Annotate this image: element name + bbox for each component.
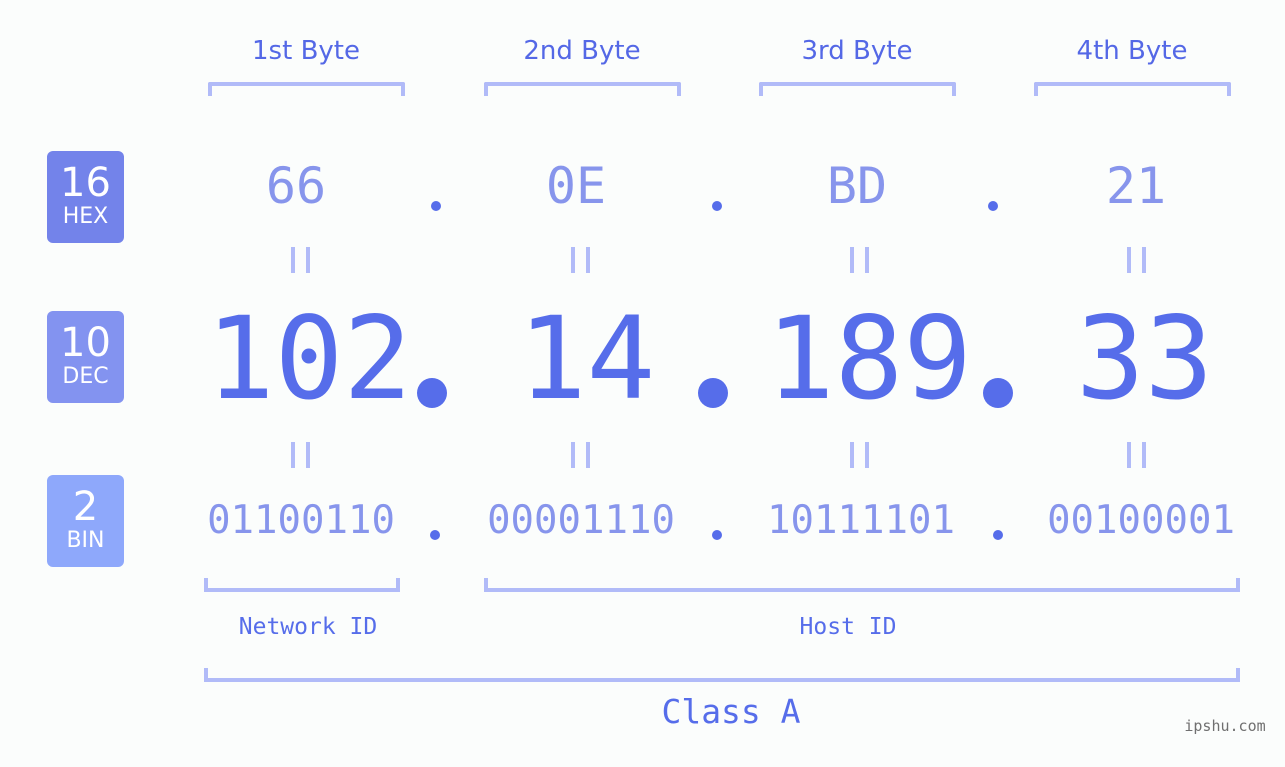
bin-byte-1: 01100110: [207, 498, 395, 543]
equals-icon: [291, 442, 310, 468]
bin-separator-3: [993, 530, 1003, 540]
dec-separator-2: [698, 378, 728, 408]
host-id-label: Host ID: [799, 614, 897, 640]
dec-byte-1: 102: [206, 292, 412, 425]
class-bracket: [204, 668, 1240, 682]
dec-badge-label: DEC: [62, 364, 109, 389]
hex-badge-label: HEX: [62, 204, 109, 229]
hex-byte-3: BD: [826, 157, 888, 215]
byte-bracket-2: [484, 82, 681, 96]
hex-byte-4: 21: [1105, 157, 1167, 215]
equals-icon: [850, 247, 869, 273]
dec-badge: 10 DEC: [47, 311, 124, 403]
class-label: Class A: [661, 692, 801, 731]
byte-header-4: 4th Byte: [1076, 36, 1188, 66]
dec-byte-4: 33: [1076, 292, 1214, 425]
equals-icon: [571, 247, 590, 273]
byte-bracket-4: [1034, 82, 1231, 96]
dec-badge-number: 10: [60, 320, 111, 366]
network-id-bracket: [204, 578, 400, 592]
bin-badge-number: 2: [72, 484, 99, 530]
host-id-bracket: [484, 578, 1240, 592]
bin-badge: 2 BIN: [47, 475, 124, 567]
hex-byte-2: 0E: [545, 157, 607, 215]
hex-badge-number: 16: [60, 160, 111, 206]
hex-separator-1: [431, 201, 441, 211]
dec-byte-2: 14: [518, 292, 656, 425]
bin-separator-2: [712, 530, 722, 540]
bin-byte-4: 00100001: [1047, 498, 1235, 543]
bin-byte-2: 00001110: [487, 498, 675, 543]
byte-bracket-1: [208, 82, 405, 96]
dec-separator-1: [417, 378, 447, 408]
byte-bracket-3: [759, 82, 956, 96]
equals-icon: [571, 442, 590, 468]
byte-header-1: 1st Byte: [252, 36, 360, 66]
bin-separator-1: [430, 530, 440, 540]
network-id-label: Network ID: [238, 614, 378, 640]
equals-icon: [1127, 442, 1146, 468]
watermark: ipshu.com: [1184, 717, 1266, 735]
hex-separator-3: [988, 201, 998, 211]
bin-byte-3: 10111101: [767, 498, 955, 543]
hex-byte-1: 66: [265, 157, 327, 215]
equals-icon: [850, 442, 869, 468]
equals-icon: [291, 247, 310, 273]
hex-separator-2: [712, 201, 722, 211]
equals-icon: [1127, 247, 1146, 273]
bin-badge-label: BIN: [66, 528, 105, 553]
byte-header-2: 2nd Byte: [523, 36, 641, 66]
byte-header-3: 3rd Byte: [801, 36, 913, 66]
dec-byte-3: 189: [766, 292, 972, 425]
hex-badge: 16 HEX: [47, 151, 124, 243]
dec-separator-3: [983, 378, 1013, 408]
